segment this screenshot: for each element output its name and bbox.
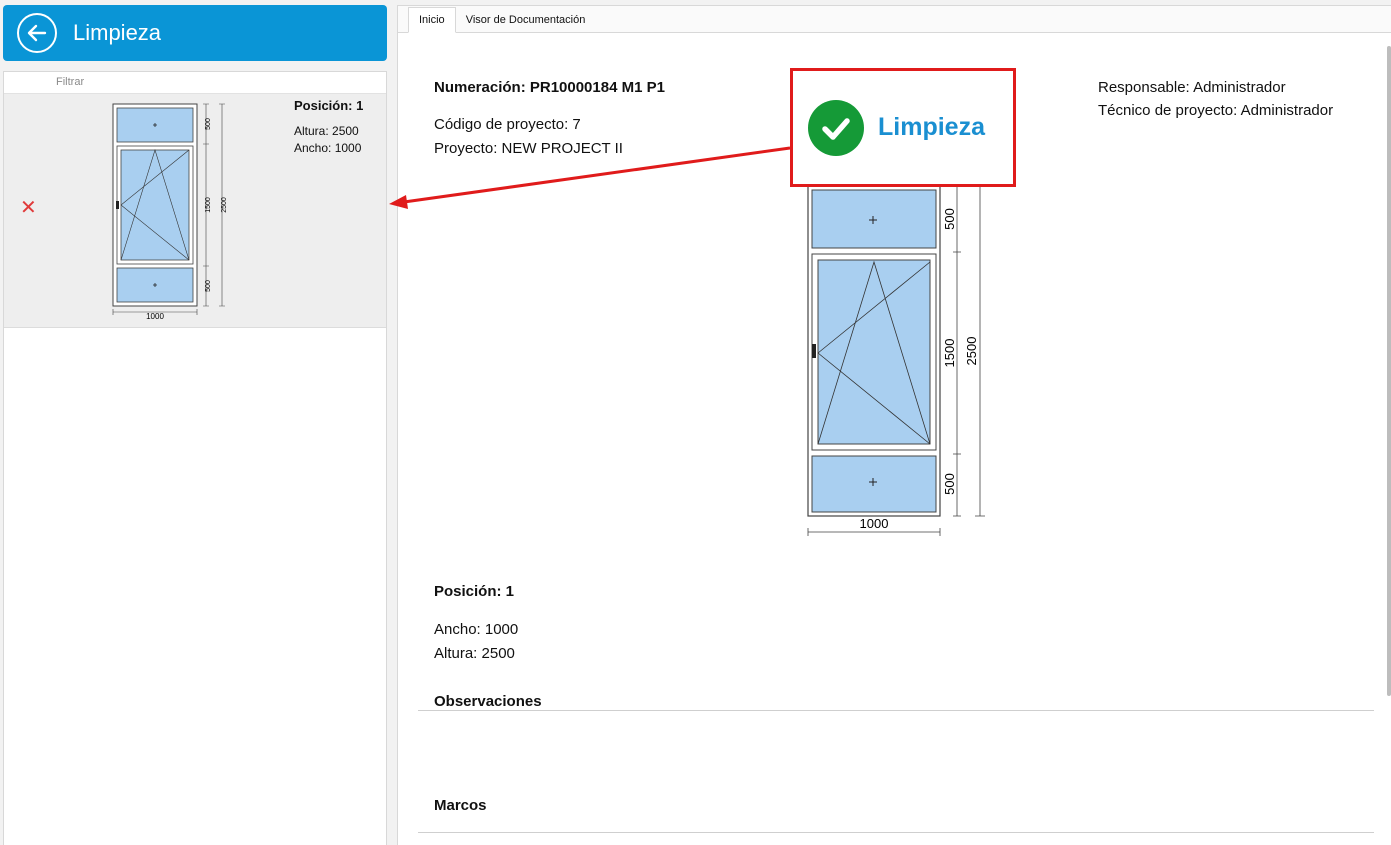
thumb-dim-top: 500 (205, 118, 212, 130)
dim-bottom: 500 (942, 473, 957, 495)
item-height: Altura: 2500 (294, 124, 359, 138)
tab-visor-documentacion[interactable]: Visor de Documentación (456, 8, 596, 32)
callout-box: Limpieza (790, 68, 1016, 187)
item-width: Ancho: 1000 (294, 141, 362, 155)
delete-icon[interactable]: ✕ (20, 198, 37, 218)
scrollbar[interactable] (1387, 46, 1391, 696)
thumb-dim-width: 1000 (146, 312, 164, 320)
position-title: Posición: 1 (434, 583, 515, 600)
dim-middle: 1500 (942, 339, 957, 368)
divider (418, 710, 1374, 711)
project-code: Código de proyecto: 7 (434, 116, 581, 133)
check-circle-icon (808, 99, 864, 156)
project-name: Proyecto: NEW PROJECT II (434, 140, 623, 157)
back-button[interactable] (17, 13, 57, 53)
responsible: Responsable: Administrador (1098, 79, 1286, 96)
numeracion-label: Numeración: PR10000184 M1 P1 (434, 79, 665, 96)
app-root: Limpieza Filtrar ✕ 500 1500 500 2500 100… (0, 0, 1391, 845)
project-technician: Técnico de proyecto: Administrador (1098, 102, 1334, 119)
tab-inicio[interactable]: Inicio (408, 7, 456, 33)
thumb-dim-middle: 1500 (205, 197, 212, 213)
item-position-title: Posición: 1 (294, 98, 364, 113)
arrow-left-icon (27, 24, 47, 42)
divider (418, 832, 1374, 833)
thumb-dim-total: 2500 (221, 197, 228, 213)
position-height: Altura: 2500 (434, 645, 515, 662)
callout-label: Limpieza (878, 113, 985, 141)
dim-total: 2500 (964, 337, 979, 366)
thumb-dim-bottom: 500 (205, 280, 212, 292)
marcos-heading: Marcos (434, 797, 487, 814)
panel-title: Limpieza (73, 20, 162, 45)
filter-input[interactable]: Filtrar (4, 72, 386, 94)
observaciones-heading: Observaciones (434, 693, 542, 710)
position-width: Ancho: 1000 (434, 621, 519, 638)
window-drawing: 500 1500 500 2500 1000 (807, 185, 985, 536)
position-list: Filtrar ✕ 500 1500 500 2500 1000 Posició… (3, 71, 387, 845)
list-item[interactable]: ✕ 500 1500 500 2500 1000 Posición: 1 Alt… (4, 94, 386, 328)
panel-header: Limpieza (3, 5, 387, 61)
window-thumbnail: 500 1500 500 2500 1000 (112, 103, 228, 320)
dim-top: 500 (942, 208, 957, 230)
dim-width: 1000 (860, 516, 889, 531)
tab-bar: Inicio Visor de Documentación (398, 6, 1391, 33)
